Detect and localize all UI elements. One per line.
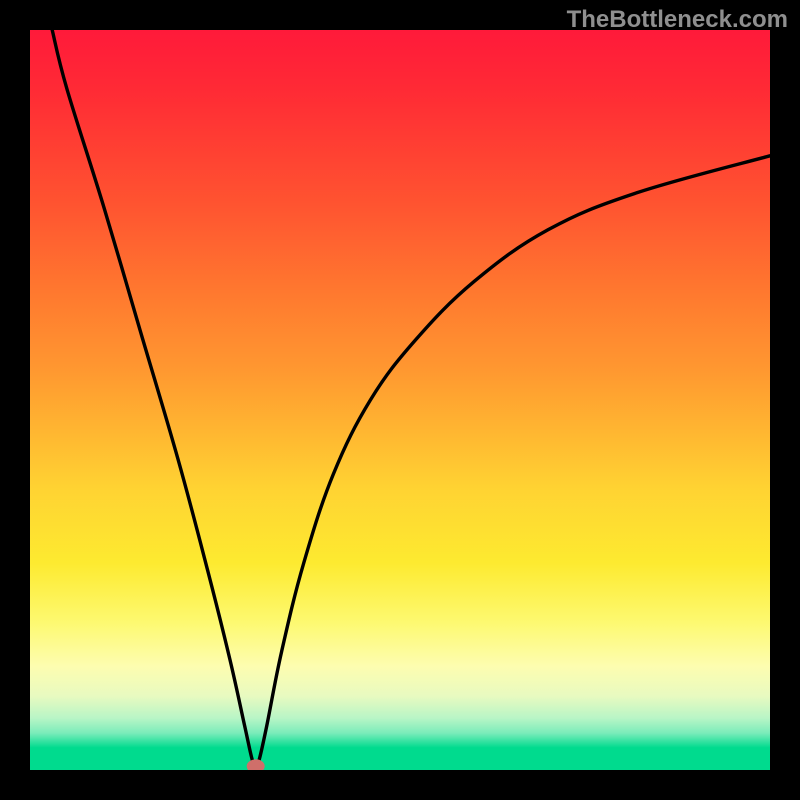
plot-area [30, 30, 770, 770]
bottleneck-curve [30, 30, 770, 770]
chart-frame: TheBottleneck.com [0, 0, 800, 800]
bottleneck-marker [247, 759, 265, 770]
watermark-text: TheBottleneck.com [567, 6, 788, 34]
